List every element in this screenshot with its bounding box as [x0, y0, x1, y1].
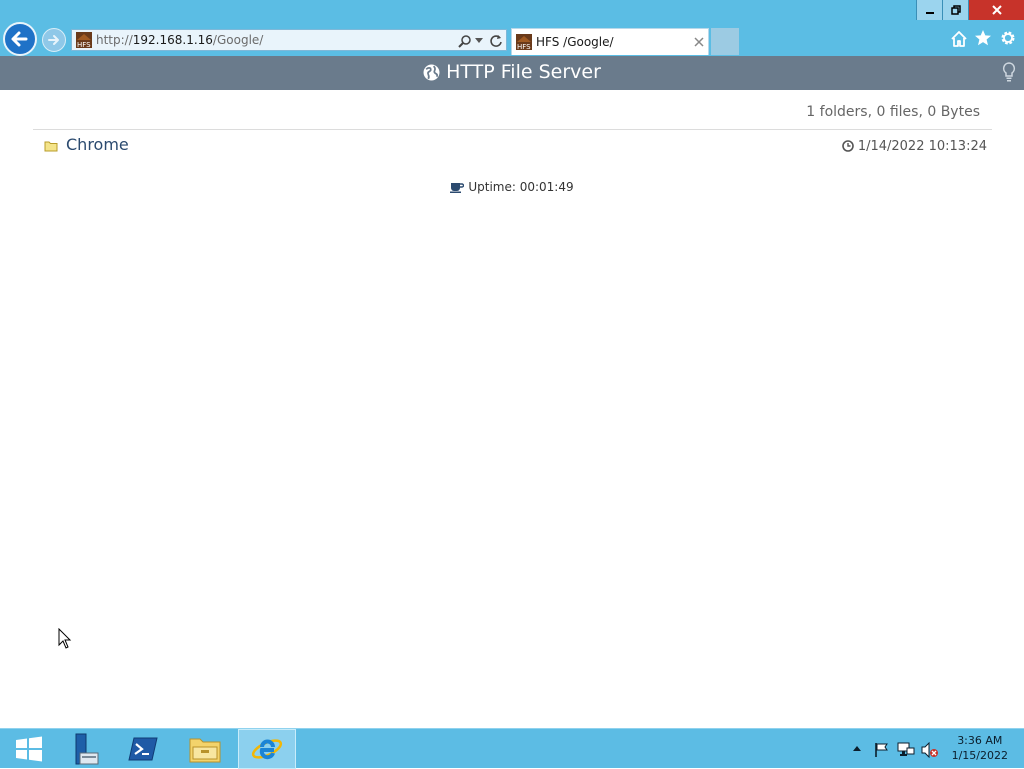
file-explorer-icon [189, 738, 221, 763]
refresh-icon[interactable] [489, 34, 503, 48]
taskbar: 3:36 AM 1/15/2022 [0, 728, 1024, 769]
new-tab-button[interactable] [711, 28, 739, 55]
tab-title: HFS /Google/ [536, 35, 614, 49]
search-icon[interactable] [458, 34, 472, 48]
taskbar-powershell[interactable] [114, 729, 172, 769]
close-icon [991, 5, 1002, 15]
restore-icon [950, 5, 961, 15]
start-button[interactable] [0, 729, 58, 769]
network-icon[interactable] [897, 742, 915, 758]
server-manager-icon [75, 733, 99, 765]
clock-date: 1/15/2022 [951, 749, 1008, 762]
globe-icon [423, 64, 440, 81]
action-center-flag-icon[interactable] [874, 742, 890, 758]
svg-text:HFS: HFS [517, 43, 531, 50]
mouse-cursor-icon [58, 628, 72, 649]
page-title: HTTP File Server [0, 61, 1024, 83]
folder-summary: 1 folders, 0 files, 0 Bytes [806, 104, 980, 120]
svg-text:HFS: HFS [77, 41, 91, 48]
taskbar-internet-explorer[interactable] [238, 729, 296, 769]
minimize-button[interactable] [916, 0, 942, 20]
folder-link-chrome[interactable]: Chrome [66, 135, 129, 154]
restore-button[interactable] [942, 0, 968, 20]
back-button[interactable] [3, 22, 37, 56]
coffee-cup-icon [450, 183, 465, 193]
hfs-header: HTTP File Server [0, 56, 1024, 90]
gear-icon[interactable] [999, 29, 1017, 47]
hfs-favicon-icon: HFS [516, 34, 532, 51]
volume-muted-icon[interactable] [921, 742, 939, 758]
browser-tab[interactable]: HFS HFS /Google/ [511, 28, 709, 55]
divider [33, 129, 992, 130]
hfs-favicon-icon: HFS [76, 32, 92, 49]
internet-explorer-icon [251, 739, 283, 760]
close-tab-icon[interactable] [694, 37, 704, 47]
arrow-right-icon [48, 35, 59, 45]
clock-icon [842, 140, 854, 152]
home-icon[interactable] [950, 30, 968, 48]
address-bar[interactable]: HFS http://192.168.1.16/Google/ [71, 29, 507, 51]
show-hidden-icons-chevron-up-icon[interactable] [852, 744, 862, 752]
taskbar-clock[interactable]: 3:36 AM 1/15/2022 [952, 733, 1008, 763]
favorites-star-icon[interactable] [974, 29, 992, 47]
powershell-icon [128, 737, 158, 761]
minimize-icon [925, 12, 934, 14]
forward-button[interactable] [42, 28, 66, 52]
window-controls [916, 0, 1024, 20]
windows-logo-icon [16, 736, 42, 762]
clock-time: 3:36 AM [957, 734, 1003, 747]
address-url: http://192.168.1.16/Google/ [96, 33, 264, 47]
arrow-left-icon [11, 31, 28, 47]
close-button[interactable] [968, 0, 1024, 20]
uptime-info: Uptime: 00:01:49 [0, 180, 1024, 194]
taskbar-server-manager[interactable] [54, 729, 112, 769]
folder-date: 1/14/2022 10:13:24 [842, 139, 987, 154]
lightbulb-icon[interactable] [1002, 62, 1016, 82]
folder-icon [44, 141, 58, 152]
chevron-down-icon[interactable] [475, 38, 483, 44]
taskbar-file-explorer[interactable] [176, 729, 234, 769]
